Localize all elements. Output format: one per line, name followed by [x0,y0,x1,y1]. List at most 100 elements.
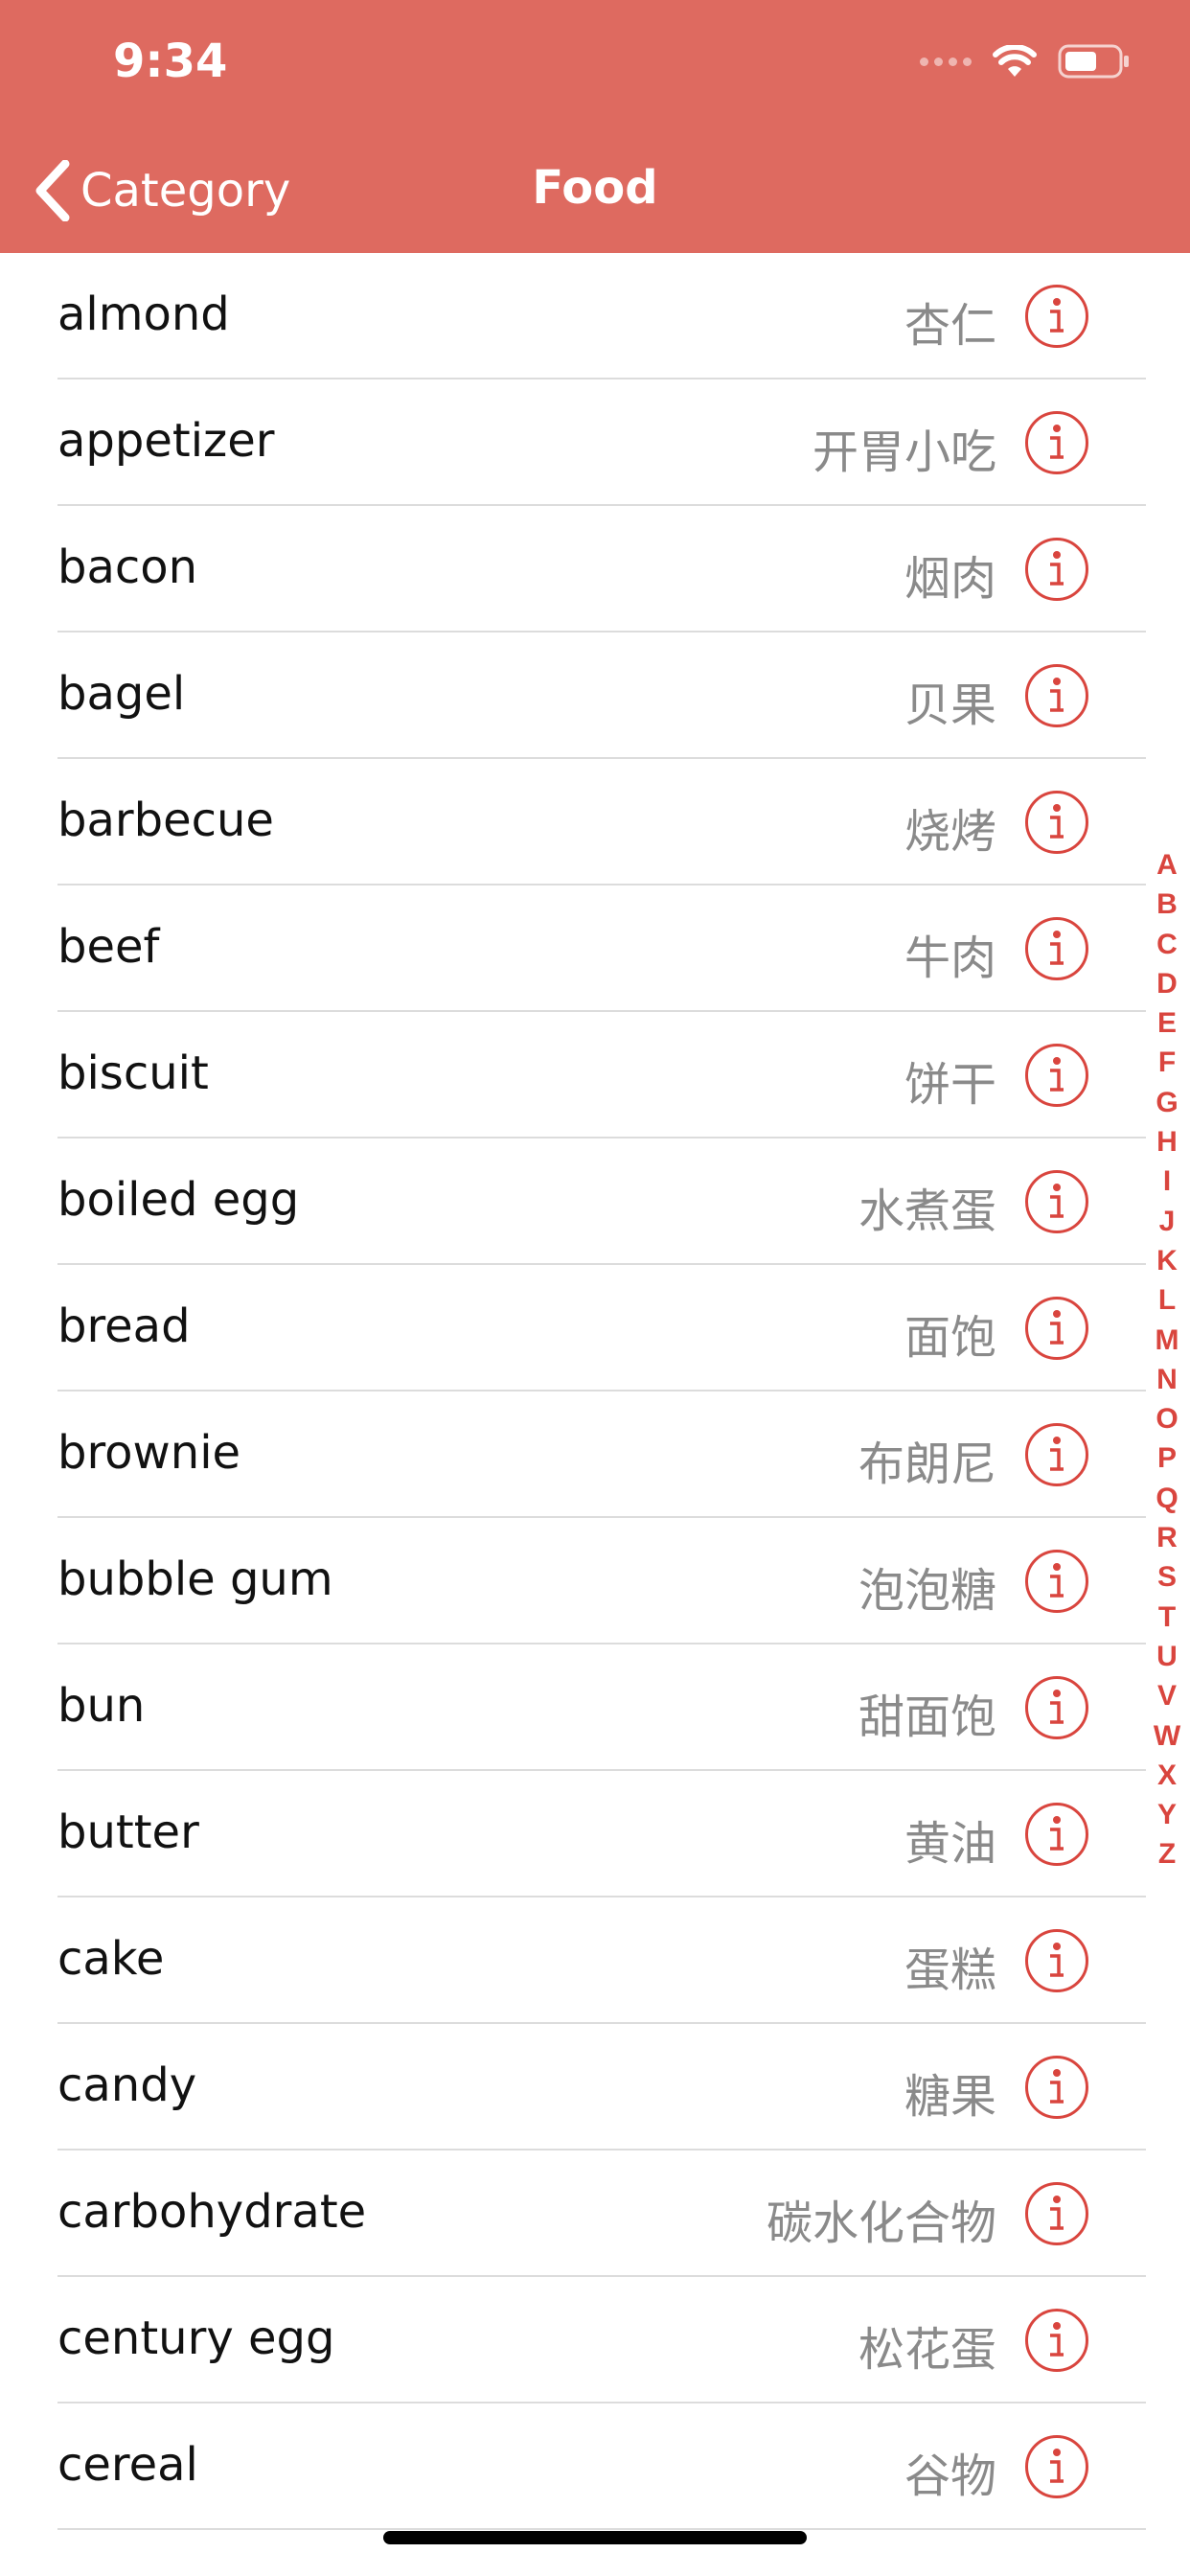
word-label: cereal [57,2438,198,2492]
list-item[interactable]: candy 糖果 [0,2024,1190,2150]
word-label: carbohydrate [57,2185,367,2239]
info-button[interactable] [1025,1676,1088,1739]
info-button[interactable] [1025,538,1088,601]
info-button[interactable] [1025,917,1088,980]
index-letter-z[interactable]: Z [1158,1834,1176,1874]
list-item[interactable]: bun 甜面饱 [0,1644,1190,1771]
index-letter-b[interactable]: B [1156,885,1178,924]
list-item[interactable]: barbecue 烧烤 [0,759,1190,886]
word-label: beef [57,920,160,974]
index-letter-s[interactable]: S [1157,1557,1177,1597]
index-letter-x[interactable]: X [1157,1756,1177,1795]
translation-label: 松花蛋 [858,2323,996,2377]
translation-label: 碳水化合物 [766,2196,996,2250]
word-label: century egg [57,2312,335,2365]
navigation-bar: Category Food [0,144,1190,236]
info-icon [1050,1437,1064,1471]
word-label: brownie [57,1426,241,1480]
header: 9:34 Category Food [0,0,1190,253]
index-letter-d[interactable]: D [1156,964,1178,1003]
index-letter-a[interactable]: A [1156,845,1178,885]
index-letter-e[interactable]: E [1157,1003,1177,1043]
list-item[interactable]: boiled egg 水煮蛋 [0,1138,1190,1265]
list-item[interactable]: bagel 贝果 [0,632,1190,759]
translation-label: 布朗尼 [858,1438,996,1491]
cellular-dots-icon [920,57,972,66]
index-letter-g[interactable]: G [1156,1083,1178,1122]
word-list: almond 杏仁 appetizer 开胃小吃 bacon 烟肉 bagel 贝果 barbe… [0,253,1190,2530]
list-item[interactable]: beef 牛肉 [0,886,1190,1012]
index-letter-h[interactable]: H [1156,1122,1178,1162]
index-letter-w[interactable]: W [1154,1716,1180,1756]
info-button[interactable] [1025,1170,1088,1233]
word-label: boiled egg [57,1173,300,1227]
info-button[interactable] [1025,664,1088,727]
info-button[interactable] [1025,2309,1088,2372]
info-button[interactable] [1025,2056,1088,2119]
translation-label: 谷物 [904,2450,996,2503]
index-letter-l[interactable]: L [1158,1280,1176,1320]
word-label: candy [57,2058,197,2112]
translation-label: 烧烤 [904,805,996,859]
index-letter-c[interactable]: C [1156,925,1178,964]
list-item[interactable]: butter 黄油 [0,1771,1190,1898]
info-button[interactable] [1025,411,1088,474]
translation-label: 糖果 [904,2070,996,2124]
word-label: barbecue [57,794,274,847]
info-button[interactable] [1025,2435,1088,2498]
word-label: bubble gum [57,1552,333,1606]
info-button[interactable] [1025,2182,1088,2245]
index-letter-y[interactable]: Y [1157,1795,1177,1834]
list-item[interactable]: almond 杏仁 [0,253,1190,380]
info-button[interactable] [1025,1803,1088,1866]
index-letter-k[interactable]: K [1156,1241,1178,1280]
list-item[interactable]: cereal 谷物 [0,2404,1190,2530]
index-letter-t[interactable]: T [1158,1598,1176,1637]
index-letter-p[interactable]: P [1157,1438,1177,1478]
index-letter-r[interactable]: R [1156,1518,1178,1557]
translation-label: 蛋糕 [904,1944,996,1997]
info-icon [1050,2069,1064,2104]
index-letter-m[interactable]: M [1156,1321,1179,1360]
index-letter-v[interactable]: V [1157,1676,1177,1715]
info-button[interactable] [1025,1929,1088,1992]
list-item[interactable]: carbohydrate 碳水化合物 [0,2150,1190,2277]
info-icon [1050,1943,1064,1977]
info-icon [1050,678,1064,712]
info-button[interactable] [1025,1044,1088,1107]
list-item[interactable]: brownie 布朗尼 [0,1392,1190,1518]
index-letter-u[interactable]: U [1156,1637,1178,1676]
word-label: cake [57,1932,165,1986]
translation-label: 贝果 [904,678,996,732]
info-button[interactable] [1025,1550,1088,1613]
list-item[interactable]: cake 蛋糕 [0,1898,1190,2024]
info-button[interactable] [1025,285,1088,348]
info-icon [1050,425,1064,459]
info-button[interactable] [1025,791,1088,854]
word-label: bun [57,1679,146,1733]
info-icon [1050,931,1064,965]
index-letter-q[interactable]: Q [1156,1479,1178,1518]
list-item[interactable]: biscuit 饼干 [0,1012,1190,1138]
index-letter-n[interactable]: N [1156,1360,1178,1399]
info-icon [1050,298,1064,333]
info-button[interactable] [1025,1297,1088,1360]
home-indicator[interactable] [383,2531,807,2544]
wifi-icon [993,45,1037,77]
alphabet-index[interactable]: ABCDEFGHIJKLMNOPQRSTUVWXYZ [1148,845,1186,1874]
list-item[interactable]: appetizer 开胃小吃 [0,380,1190,506]
list-item[interactable]: bread 面饱 [0,1265,1190,1392]
list-item[interactable]: bubble gum 泡泡糖 [0,1518,1190,1644]
translation-label: 杏仁 [904,299,996,353]
translation-label: 饼干 [904,1058,996,1112]
status-time: 9:34 [113,34,228,88]
list-item[interactable]: century egg 松花蛋 [0,2277,1190,2404]
index-letter-j[interactable]: J [1159,1202,1176,1241]
info-icon [1050,2322,1064,2357]
info-button[interactable] [1025,1423,1088,1486]
index-letter-o[interactable]: O [1156,1399,1178,1438]
info-icon [1050,804,1064,839]
list-item[interactable]: bacon 烟肉 [0,506,1190,632]
index-letter-f[interactable]: F [1158,1043,1176,1082]
index-letter-i[interactable]: I [1163,1162,1171,1201]
